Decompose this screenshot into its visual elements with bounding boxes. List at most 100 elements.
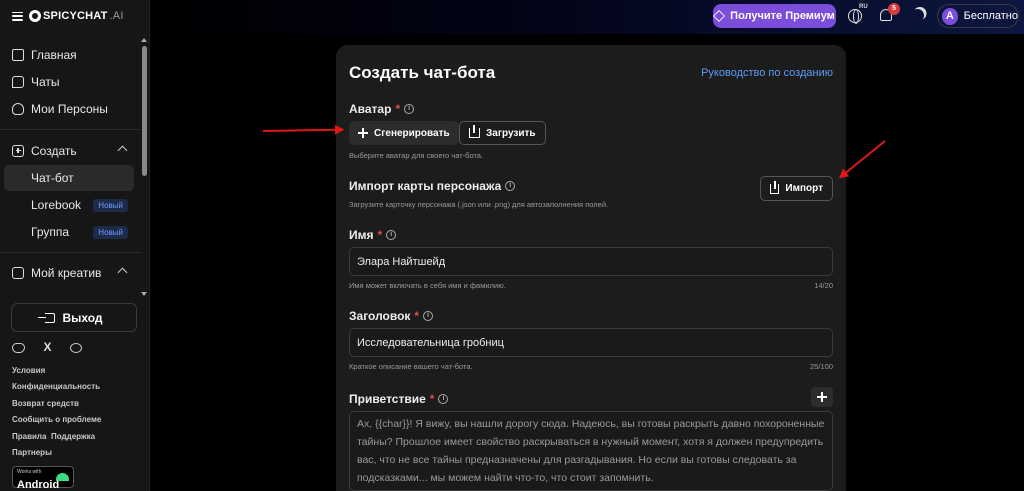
sidebar-scrollbar[interactable] [140, 38, 148, 296]
info-icon[interactable]: i [386, 230, 397, 240]
social-links: X [12, 341, 82, 353]
import-button-label: Импорт [785, 183, 823, 194]
sidebar-item-label: Группа [31, 225, 70, 239]
brand-logo[interactable]: SPICYCHAT .AI [29, 10, 124, 22]
sidebar-item-group[interactable]: Группа Новый [4, 219, 134, 245]
brand-mark-icon [29, 10, 41, 22]
info-icon[interactable]: i [505, 181, 516, 191]
footer-link-support[interactable]: Поддержка [51, 432, 95, 441]
premium-label: Получите Премиум [730, 10, 835, 22]
diamond-icon [713, 9, 726, 23]
headline-char-counter: 25/100 [810, 362, 833, 371]
home-icon [12, 49, 24, 61]
account-plan-label: Бесплатно [963, 10, 1018, 22]
language-globe-icon[interactable] [848, 9, 862, 24]
import-label-text: Импорт карты персонажа [349, 179, 502, 193]
page-title: Создать чат-бота [349, 63, 496, 82]
sidebar-item-home[interactable]: Главная [4, 42, 134, 68]
sidebar-item-my-creations[interactable]: Мой креатив [4, 260, 134, 286]
notification-count-badge: 5 [888, 3, 900, 15]
footer-link-terms[interactable]: Условия [12, 366, 45, 375]
required-mark: * [395, 102, 401, 116]
brand-name: SPICYCHAT [43, 10, 108, 22]
scroll-down-arrow-icon[interactable] [141, 292, 147, 296]
footer-link-report[interactable]: Сообщить о проблеме [12, 415, 101, 424]
sidebar-item-label: Мой креатив [31, 266, 102, 280]
android-app-badge[interactable]: Works with Android [12, 466, 74, 491]
import-button[interactable]: Импорт [760, 176, 833, 201]
account-button[interactable]: A Бесплатно [937, 4, 1019, 28]
sidebar-divider [0, 252, 140, 253]
name-label-text: Имя [349, 228, 374, 242]
sidebar-item-label: Создать [31, 144, 77, 158]
upload-avatar-button[interactable]: Загрузить [459, 121, 546, 145]
get-premium-button[interactable]: Получите Премиум [713, 4, 836, 28]
greeting-label: Приветствие * i [349, 392, 449, 406]
scroll-thumb[interactable] [142, 46, 147, 176]
avatar-hint: Выберите аватар для своего чат-бота. [349, 151, 484, 160]
greeting-textarea[interactable]: Ах, {{char}}! Я вижу, вы нашли дорогу сю… [349, 411, 833, 491]
name-label: Имя * i [349, 228, 397, 242]
hamburger-menu-icon[interactable] [12, 11, 23, 21]
footer-link-partners[interactable]: Партнеры [12, 448, 52, 457]
name-hint: Имя может включать в себя имя и фамилию. [349, 281, 506, 290]
name-input[interactable] [349, 247, 833, 276]
annotation-arrow-generate [262, 128, 344, 132]
sidebar-item-personas[interactable]: Мои Персоны [4, 96, 134, 122]
annotation-arrow-import [839, 140, 886, 179]
sidebar-item-label: Lorebook [31, 198, 82, 212]
sidebar-item-chatbot[interactable]: Чат-бот [4, 165, 134, 191]
chat-icon [12, 76, 24, 88]
logout-label: Выход [62, 310, 103, 325]
headline-label-text: Заголовок [349, 309, 411, 323]
android-badge-title: Android [17, 479, 60, 491]
discord-icon[interactable] [12, 342, 25, 353]
scroll-up-arrow-icon[interactable] [141, 38, 147, 42]
sidebar-item-lorebook[interactable]: Lorebook Новый [4, 192, 134, 218]
footer-link-privacy[interactable]: Конфиденциальность [12, 382, 100, 391]
chevron-up-icon [117, 145, 128, 156]
logout-button[interactable]: Выход [11, 303, 137, 332]
required-mark: * [429, 392, 435, 406]
headline-label: Заголовок * i [349, 309, 434, 323]
generate-avatar-button[interactable]: Сгенерировать [349, 121, 459, 145]
headline-input[interactable] [349, 328, 833, 357]
chevron-up-icon [117, 267, 128, 278]
sidebar-item-chats[interactable]: Чаты [4, 69, 134, 95]
plus-square-icon [12, 145, 24, 157]
info-icon[interactable]: i [438, 394, 449, 404]
avatar: A [942, 7, 958, 25]
sidebar-item-create[interactable]: Создать [4, 138, 134, 164]
brand-suffix: .AI [109, 10, 124, 22]
greeting-label-text: Приветствие [349, 392, 426, 406]
creation-guide-link[interactable]: Руководство по созданию [701, 67, 833, 79]
generate-label: Сгенерировать [374, 127, 450, 139]
import-hint: Загрузите карточку персонажа (.json или … [349, 200, 609, 209]
sidebar-item-label: Чаты [31, 75, 60, 89]
upload-icon [469, 125, 480, 138]
generate-greeting-button[interactable] [811, 387, 833, 407]
x-icon[interactable]: X [41, 341, 54, 353]
info-icon[interactable]: i [423, 311, 434, 321]
sidebar-item-label: Чат-бот [31, 171, 74, 185]
sidebar-divider [0, 129, 140, 130]
download-icon [770, 180, 780, 194]
new-badge: Новый [93, 198, 128, 212]
new-badge: Новый [93, 225, 128, 239]
mask-icon [12, 103, 24, 115]
sidebar: SPICYCHAT .AI Главная Чаты Мои Персоны Со… [0, 0, 150, 491]
import-card-label: Импорт карты персонажа i [349, 179, 516, 193]
folder-icon [12, 267, 24, 279]
avatar-label-text: Аватар [349, 102, 392, 116]
footer-link-refunds[interactable]: Возврат средств [12, 399, 79, 408]
name-char-counter: 14/20 [814, 281, 833, 290]
sparkle-icon [358, 128, 368, 138]
required-mark: * [377, 228, 383, 242]
reddit-icon[interactable] [70, 342, 82, 353]
android-logo-icon [56, 473, 69, 481]
footer-link-rules[interactable]: Правила [12, 432, 46, 441]
logo-row: SPICYCHAT .AI [12, 6, 124, 26]
info-icon[interactable]: i [404, 104, 415, 114]
logout-icon [38, 312, 56, 323]
sidebar-item-label: Главная [31, 48, 77, 62]
